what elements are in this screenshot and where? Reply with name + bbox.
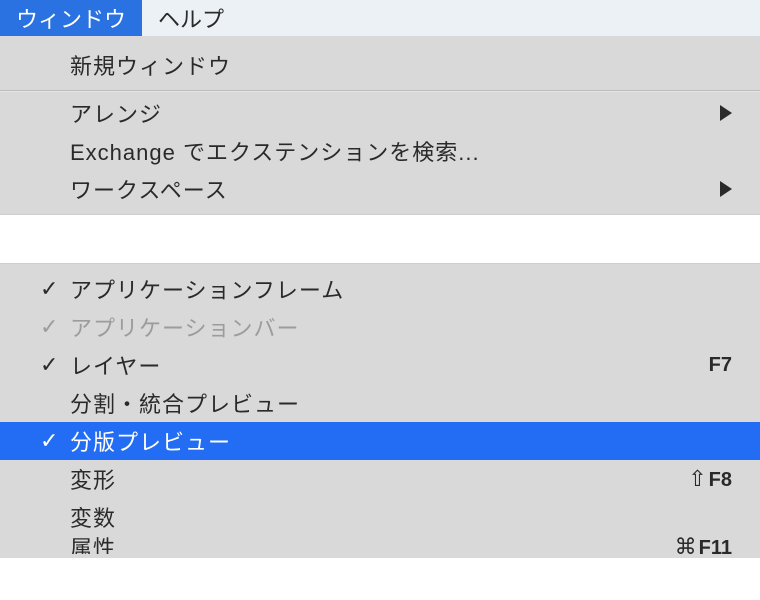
- menu-item-variables[interactable]: 変数: [0, 498, 760, 536]
- menu-panel-top: 新規ウィンドウ アレンジ Exchange でエクステンションを検索... ワー…: [0, 36, 760, 215]
- menu-item-label: レイヤー: [70, 349, 709, 381]
- menu-item-attributes[interactable]: 属性 ⌘F11: [0, 536, 760, 558]
- menubar: ウィンドウ ヘルプ: [0, 0, 760, 36]
- menu-item-label: 新規ウィンドウ: [70, 49, 732, 81]
- menu-item-label: 変数: [70, 501, 732, 533]
- menubar-item-window[interactable]: ウィンドウ: [0, 0, 142, 36]
- menu-item-separations-preview[interactable]: ✓ 分版プレビュー: [0, 422, 760, 460]
- menu-shortcut: ⌘F11: [675, 536, 732, 558]
- menu-item-label: ワークスペース: [70, 173, 720, 205]
- menu-item-label: 変形: [70, 463, 688, 495]
- menu-item-layers[interactable]: ✓ レイヤー F7: [0, 346, 760, 384]
- menu-item-label: 分割・統合プレビュー: [70, 387, 732, 419]
- shift-icon: ⇧: [688, 466, 706, 491]
- menu-item-label: アプリケーションバー: [70, 311, 732, 343]
- menu-item-label: Exchange でエクステンションを検索...: [70, 135, 732, 167]
- menu-item-transform[interactable]: 変形 ⇧F8: [0, 460, 760, 498]
- menu-item-arrange[interactable]: アレンジ: [0, 94, 760, 132]
- menu-item-label: 分版プレビュー: [70, 425, 732, 457]
- check-icon: ✓: [40, 316, 59, 338]
- menu-item-app-bar: ✓ アプリケーションバー: [0, 308, 760, 346]
- menu-item-new-window[interactable]: 新規ウィンドウ: [0, 42, 760, 88]
- menu-item-label: アプリケーションフレーム: [70, 273, 732, 305]
- menu-item-flatten-preview[interactable]: 分割・統合プレビュー: [0, 384, 760, 422]
- menu-item-label: 属性: [70, 536, 675, 558]
- check-icon: ✓: [40, 430, 59, 452]
- menu-separator: [0, 90, 760, 92]
- menu-shortcut: ⇧F8: [688, 466, 732, 492]
- menu-item-label: アレンジ: [70, 97, 720, 129]
- check-icon: ✓: [40, 278, 59, 300]
- check-icon: ✓: [40, 354, 59, 376]
- submenu-arrow-icon: [720, 105, 732, 121]
- menu-shortcut: F7: [709, 354, 732, 377]
- command-icon: ⌘: [675, 536, 697, 558]
- menu-item-app-frame[interactable]: ✓ アプリケーションフレーム: [0, 270, 760, 308]
- menu-panel-bottom: ✓ アプリケーションフレーム ✓ アプリケーションバー ✓ レイヤー F7 分割…: [0, 263, 760, 558]
- menu-item-exchange[interactable]: Exchange でエクステンションを検索...: [0, 132, 760, 170]
- menu-item-workspace[interactable]: ワークスペース: [0, 170, 760, 208]
- menubar-item-help[interactable]: ヘルプ: [142, 0, 240, 36]
- submenu-arrow-icon: [720, 181, 732, 197]
